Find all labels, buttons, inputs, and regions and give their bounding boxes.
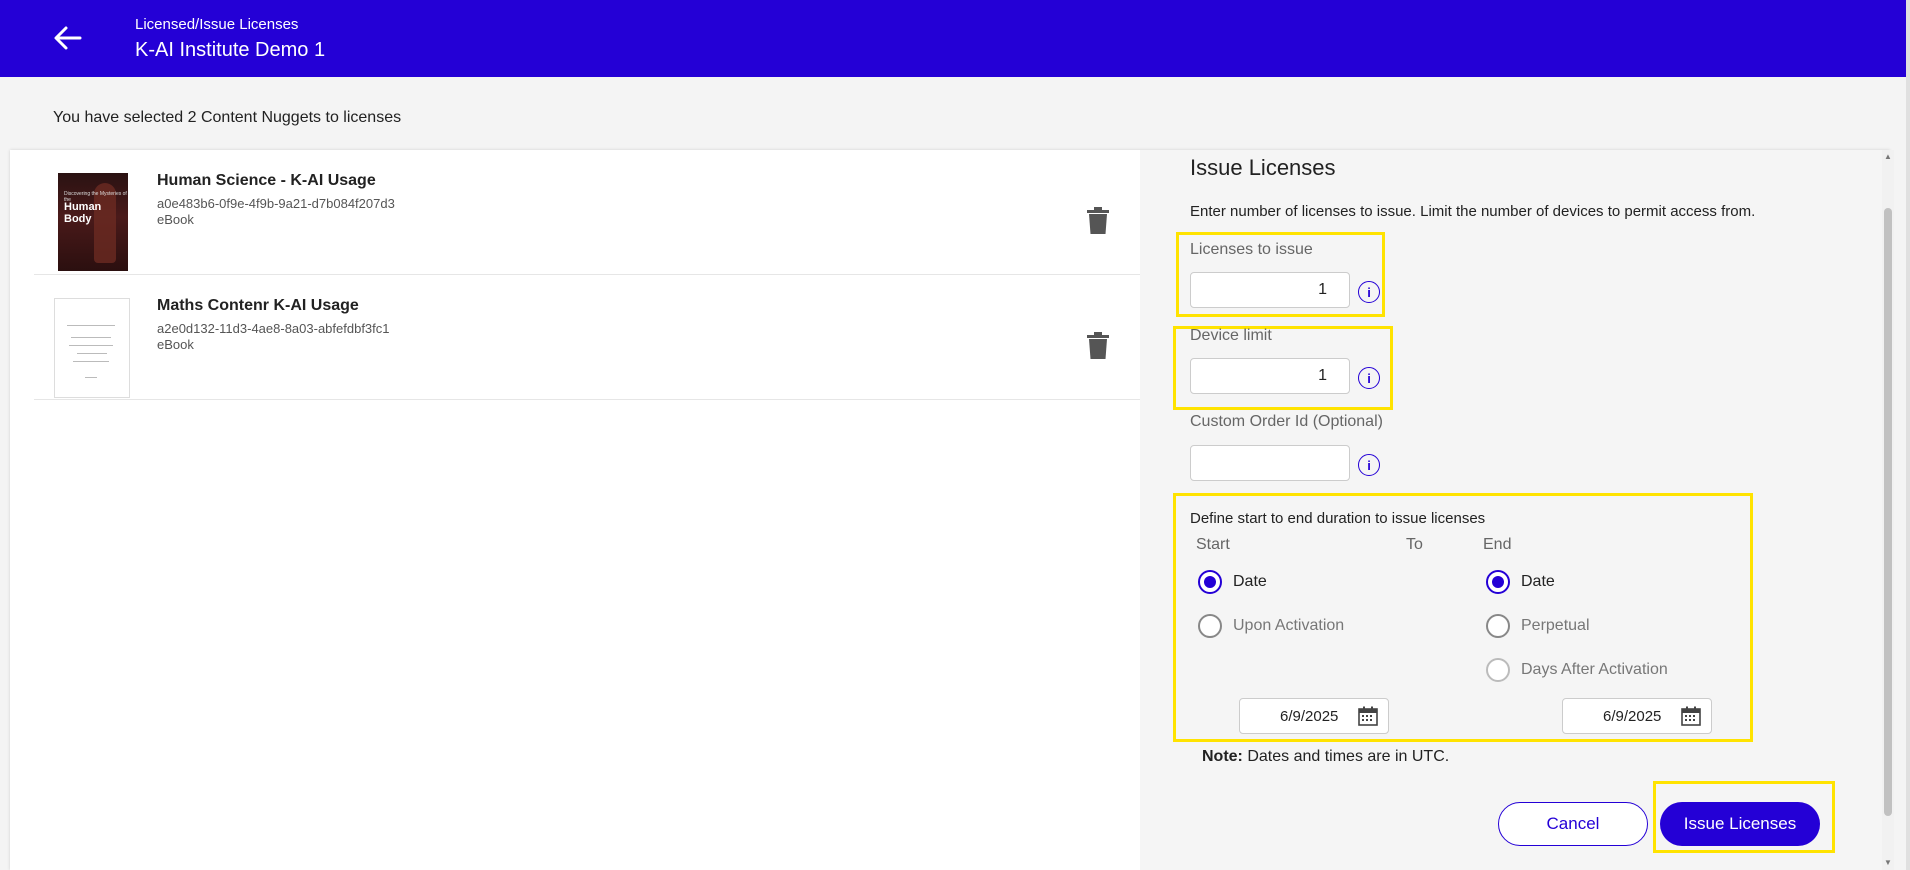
start-upon-activation-radio[interactable] [1198, 614, 1222, 638]
device-limit-input[interactable] [1190, 358, 1350, 394]
start-date-value: 6/9/2025 [1280, 708, 1339, 725]
selected-items-list: Discovering the Mysteries of the Human B… [10, 150, 1140, 870]
list-item: Maths Contenr K-AI Usage a2e0d132-11d3-4… [34, 275, 1140, 400]
utc-note: Note: Dates and times are in UTC. [1202, 748, 1449, 766]
note-label: Note: [1202, 748, 1243, 765]
item-title: Maths Contenr K-AI Usage [157, 297, 359, 314]
calendar-icon[interactable] [1358, 706, 1378, 726]
end-perpetual-radio[interactable] [1486, 614, 1510, 638]
end-perpetual-label: Perpetual [1521, 617, 1590, 634]
arrow-left-icon [54, 26, 82, 50]
item-id: a0e483b6-0f9e-4f9b-9a21-d7b084f207d3 [157, 196, 395, 211]
pane-scrollbar[interactable]: ▲ ▼ [1882, 150, 1894, 870]
order-id-input[interactable] [1190, 445, 1350, 481]
item-title: Human Science - K-AI Usage [157, 172, 376, 189]
list-item: Discovering the Mysteries of the Human B… [34, 150, 1140, 275]
info-icon[interactable]: i [1358, 281, 1380, 303]
end-date-label: Date [1521, 573, 1555, 590]
info-icon[interactable]: i [1358, 367, 1380, 389]
cover-title: Human Body [64, 201, 102, 225]
licenses-input[interactable] [1190, 272, 1350, 308]
end-date-radio[interactable] [1486, 570, 1510, 594]
book-cover-thumbnail: Discovering the Mysteries of the Human B… [58, 173, 128, 271]
trash-icon [1087, 332, 1109, 359]
trash-icon [1087, 207, 1109, 234]
start-upon-activation-label: Upon Activation [1233, 617, 1345, 634]
start-date-label: Date [1233, 573, 1267, 590]
end-days-after-activation-label: Days After Activation [1521, 661, 1668, 678]
end-days-after-activation-radio[interactable] [1486, 658, 1510, 682]
back-button[interactable] [48, 18, 88, 58]
book-cover-thumbnail [54, 298, 130, 398]
selection-summary: You have selected 2 Content Nuggets to l… [53, 109, 402, 126]
note-text: Dates and times are in UTC. [1242, 748, 1450, 765]
scroll-up-icon[interactable]: ▲ [1883, 152, 1893, 162]
end-label: End [1483, 536, 1512, 553]
delete-item-button[interactable] [1086, 332, 1110, 360]
licenses-label: Licenses to issue [1190, 241, 1313, 258]
start-date-input[interactable]: 6/9/2025 [1239, 698, 1389, 734]
item-type: eBook [157, 212, 194, 227]
scroll-down-icon[interactable]: ▼ [1883, 858, 1893, 868]
calendar-icon[interactable] [1681, 706, 1701, 726]
scroll-thumb[interactable] [1884, 208, 1892, 816]
duration-title: Define start to end duration to issue li… [1190, 510, 1486, 527]
device-limit-label: Device limit [1190, 327, 1272, 344]
item-type: eBook [157, 337, 194, 352]
item-id: a2e0d132-11d3-4ae8-8a03-abfefdbf3fc1 [157, 321, 390, 336]
to-label: To [1406, 536, 1423, 553]
cancel-button[interactable]: Cancel [1498, 802, 1648, 846]
form-description: Enter number of licenses to issue. Limit… [1190, 203, 1756, 220]
start-label: Start [1196, 536, 1230, 553]
order-id-label: Custom Order Id (Optional) [1190, 413, 1383, 430]
end-date-value: 6/9/2025 [1603, 708, 1662, 725]
form-title: Issue Licenses [1190, 155, 1336, 180]
issue-licenses-button[interactable]: Issue Licenses [1660, 802, 1820, 846]
delete-item-button[interactable] [1086, 207, 1110, 235]
top-bar: Licensed/Issue Licenses K-AI Institute D… [0, 0, 1910, 77]
start-date-radio[interactable] [1198, 570, 1222, 594]
page-scrollbar[interactable] [1906, 0, 1910, 870]
end-date-input[interactable]: 6/9/2025 [1562, 698, 1712, 734]
info-icon[interactable]: i [1358, 454, 1380, 476]
page-title: K-AI Institute Demo 1 [135, 39, 326, 61]
breadcrumb: Licensed/Issue Licenses [135, 16, 299, 33]
